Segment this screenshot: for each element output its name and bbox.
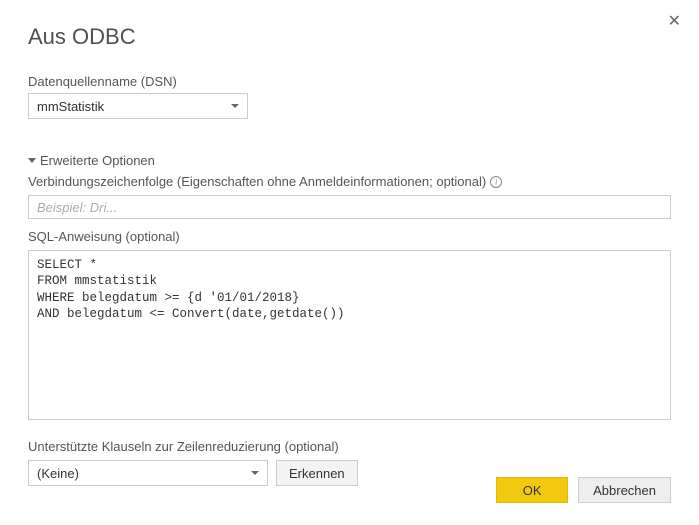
dialog-button-bar: OK Abbrechen bbox=[496, 477, 671, 503]
row-reduction-selected-value: (Keine) bbox=[37, 466, 79, 481]
connection-string-label-text: Verbindungszeichenfolge (Eigenschaften o… bbox=[28, 174, 486, 189]
advanced-options-toggle[interactable]: Erweiterte Optionen bbox=[28, 153, 671, 168]
close-button[interactable]: ✕ bbox=[664, 10, 685, 34]
ok-button[interactable]: OK bbox=[496, 477, 568, 503]
chevron-down-icon bbox=[28, 158, 36, 163]
row-reduction-dropdown[interactable]: (Keine) bbox=[28, 460, 268, 486]
connection-string-label: Verbindungszeichenfolge (Eigenschaften o… bbox=[28, 174, 671, 189]
sql-statement-label: SQL-Anweisung (optional) bbox=[28, 229, 671, 244]
row-reduction-label: Unterstützte Klauseln zur Zeilenreduzier… bbox=[28, 439, 671, 454]
close-icon: ✕ bbox=[668, 13, 681, 30]
advanced-options-label: Erweiterte Optionen bbox=[40, 153, 155, 168]
chevron-down-icon bbox=[251, 471, 259, 475]
sql-statement-textarea[interactable] bbox=[28, 250, 671, 420]
detect-button[interactable]: Erkennen bbox=[276, 460, 358, 486]
chevron-down-icon bbox=[231, 104, 239, 108]
cancel-button[interactable]: Abbrechen bbox=[578, 477, 671, 503]
dialog-title: Aus ODBC bbox=[28, 24, 671, 50]
connection-string-input[interactable] bbox=[28, 195, 671, 219]
dsn-label: Datenquellenname (DSN) bbox=[28, 74, 671, 89]
dsn-selected-value: mmStatistik bbox=[37, 99, 104, 114]
dsn-dropdown[interactable]: mmStatistik bbox=[28, 93, 248, 119]
info-icon[interactable]: i bbox=[490, 176, 502, 188]
